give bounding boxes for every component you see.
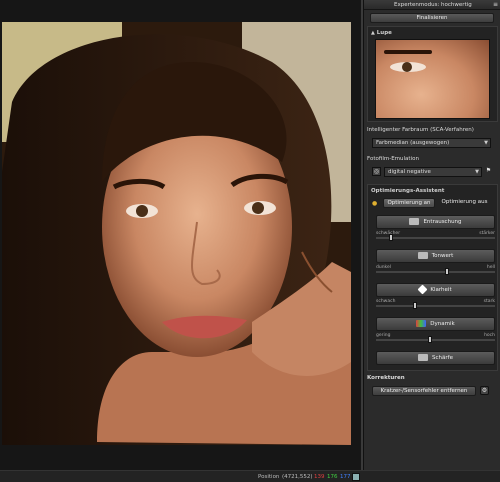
- position-coords: (4721,552): [282, 474, 313, 480]
- film-header: Fotofilm-Emulation: [364, 154, 500, 164]
- levels-icon: [417, 252, 428, 259]
- film-settings-icon[interactable]: ◎: [372, 167, 381, 176]
- tonwert-label: Tonwert: [431, 253, 454, 259]
- loupe-brow: [384, 50, 432, 54]
- corrections-title: Korrekturen: [367, 375, 405, 381]
- color-space-title: Intelligenter Farbraum (SCA-Verfahren): [367, 127, 474, 133]
- loupe-iris: [402, 62, 412, 72]
- pixel-color-swatch: [352, 473, 360, 481]
- slider-thumb[interactable]: [413, 302, 418, 309]
- portrait-photo: [2, 22, 351, 445]
- slider-min-label: gering: [376, 333, 391, 338]
- photo-preview[interactable]: [2, 22, 351, 445]
- optimization-on-button[interactable]: Optimierung an: [383, 198, 435, 208]
- clarity-icon: [417, 284, 428, 295]
- pixel-green-value: 176: [327, 474, 338, 480]
- sharpen-icon: [418, 354, 429, 361]
- schaerfe-label: Schärfe: [432, 355, 453, 361]
- klarheit-label: Klarheit: [430, 287, 452, 293]
- panel-title: Expertenmodus: hochwertig: [394, 2, 472, 8]
- optimization-off-button[interactable]: Optimierung aus: [437, 198, 492, 208]
- slider-thumb[interactable]: [445, 268, 450, 275]
- schaerfe-button[interactable]: Schärfe: [376, 351, 495, 365]
- corrections-header: Korrekturen: [364, 373, 500, 383]
- color-space-selected: Farbmedian (ausgewogen): [376, 140, 450, 146]
- pixel-blue-value: 177: [340, 474, 351, 480]
- dynamik-label: Dynamik: [430, 321, 455, 327]
- image-canvas[interactable]: [0, 0, 362, 470]
- slider-track[interactable]: [376, 305, 495, 307]
- film-select[interactable]: digital negative ▼: [384, 167, 482, 177]
- app-window: Expertenmodus: hochwertig ≡ Finalisieren…: [0, 0, 500, 482]
- slider-max-label: hoch: [484, 333, 495, 338]
- gear-icon[interactable]: ⚙: [480, 386, 489, 395]
- loupe-header[interactable]: ▲ Lupe: [371, 30, 392, 36]
- dynamik-slider[interactable]: gering hoch: [376, 333, 495, 343]
- noise-icon: [409, 218, 420, 225]
- pixel-red-value: 139: [314, 474, 325, 480]
- finalize-button[interactable]: Finalisieren: [370, 13, 494, 23]
- slider-min-label: schwächer: [376, 231, 401, 236]
- position-label: Position: [258, 474, 280, 480]
- scratch-removal-button[interactable]: Kratzer-/Sensorfehler entfernen: [372, 386, 476, 396]
- status-bar: Position (4721,552) 139 176 177: [0, 470, 500, 482]
- slider-min-label: schwach: [376, 299, 396, 304]
- collapse-arrow-icon: ▲: [371, 30, 375, 36]
- entrauschung-button[interactable]: Entrauschung: [376, 215, 495, 229]
- film-selected: digital negative: [388, 169, 431, 175]
- entrauschung-slider[interactable]: schwächer stärker: [376, 231, 495, 241]
- tonwert-button[interactable]: Tonwert: [376, 249, 495, 263]
- klarheit-button[interactable]: Klarheit: [376, 283, 495, 297]
- assistant-bulb-icon: ●: [372, 200, 378, 207]
- flag-icon[interactable]: ⚑: [484, 167, 493, 176]
- loupe-preview[interactable]: [375, 39, 490, 119]
- slider-track[interactable]: [376, 237, 495, 239]
- slider-max-label: stark: [483, 299, 495, 304]
- slider-track[interactable]: [376, 271, 495, 273]
- panel-title-bar: Expertenmodus: hochwertig ≡: [364, 0, 500, 10]
- chevron-down-icon: ▼: [484, 140, 488, 146]
- color-space-select[interactable]: Farbmedian (ausgewogen) ▼: [372, 138, 491, 148]
- tonwert-slider[interactable]: dunkel hell: [376, 265, 495, 275]
- dynamik-button[interactable]: Dynamik: [376, 317, 495, 331]
- settings-panel: Expertenmodus: hochwertig ≡ Finalisieren…: [363, 0, 500, 470]
- loupe-section: ▲ Lupe: [367, 26, 498, 122]
- film-title: Fotofilm-Emulation: [367, 156, 419, 162]
- slider-track[interactable]: [376, 339, 495, 341]
- panel-menu-icon[interactable]: ≡: [493, 0, 498, 10]
- dynamics-icon: [416, 320, 427, 327]
- slider-min-label: dunkel: [376, 265, 392, 270]
- chevron-down-icon: ▼: [475, 169, 479, 175]
- slider-max-label: stärker: [479, 231, 495, 236]
- loupe-label: Lupe: [376, 30, 392, 36]
- entrauschung-label: Entrauschung: [423, 219, 462, 225]
- slider-thumb[interactable]: [427, 336, 432, 343]
- assistant-section: Optimierungs-Assistent ● Optimierung an …: [367, 184, 498, 371]
- color-space-header: Intelligenter Farbraum (SCA-Verfahren): [364, 125, 500, 135]
- slider-thumb[interactable]: [389, 234, 394, 241]
- klarheit-slider[interactable]: schwach stark: [376, 299, 495, 309]
- slider-max-label: hell: [486, 265, 495, 270]
- assistant-title: Optimierungs-Assistent: [371, 188, 445, 194]
